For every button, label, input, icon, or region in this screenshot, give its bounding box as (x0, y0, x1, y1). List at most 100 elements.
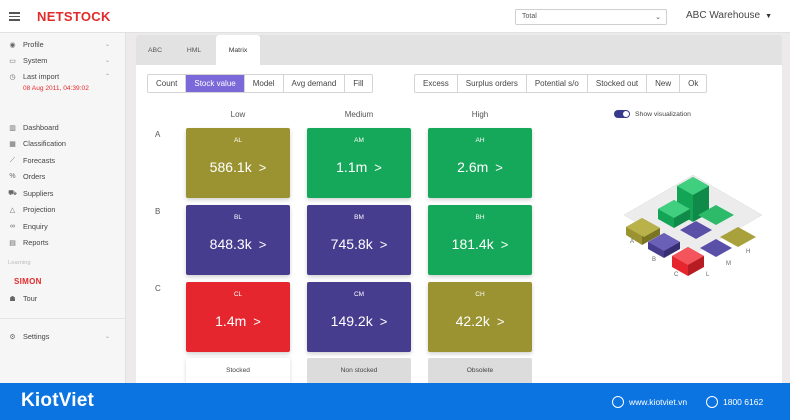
sidebar-item-label: Suppliers (23, 189, 54, 198)
column-label-medium: Medium (344, 110, 374, 119)
user-icon: ◉ (9, 41, 16, 49)
filter-selector: Excess Surplus orders Potential s/o Stoc… (414, 74, 708, 93)
top-bar: NETSTOCK Total ⌄ ABC Warehouse ▼ (0, 0, 790, 33)
sidebar-item-settings[interactable]: ⚙ Settings ⌄ (8, 330, 116, 343)
legend-stocked[interactable]: Stocked (186, 358, 290, 383)
legend-non-stocked[interactable]: Non stocked (307, 358, 411, 383)
tab-abc[interactable]: ABC (136, 35, 174, 65)
tile-code: AH (475, 137, 485, 144)
simon-logo[interactable]: SIMON (14, 277, 42, 286)
phone-link[interactable]: 1800 6162 (706, 396, 763, 408)
tile-code: CM (353, 291, 365, 298)
tile-bm[interactable]: BM 745.8k > (307, 205, 411, 275)
tile-am[interactable]: AM 1.1m > (307, 128, 411, 198)
tile-code: BL (234, 214, 242, 221)
viz-axis-h: H (746, 249, 750, 255)
last-import-date: 08 Aug 2011, 04:39:02 (23, 85, 89, 92)
filter-surplus-orders-button[interactable]: Surplus orders (458, 75, 527, 92)
filter-excess-button[interactable]: Excess (415, 75, 458, 92)
tile-bh[interactable]: BH 181.4k > (428, 205, 532, 275)
sidebar-item-dashboard[interactable]: ▥ Dashboard (8, 121, 116, 134)
filter-new-button[interactable]: New (647, 75, 681, 92)
tile-cl[interactable]: CL 1.4m > (186, 282, 290, 352)
chevron-up-icon: ⌃ (104, 74, 110, 80)
warehouse-label: ABC Warehouse (686, 10, 761, 21)
logo: NETSTOCK (37, 9, 111, 24)
clock-icon: ◷ (9, 73, 16, 81)
tile-code: CL (233, 291, 243, 298)
infinity-icon: ∞ (10, 223, 15, 230)
chevron-right-icon: > (500, 237, 509, 252)
filter-stocked-out-button[interactable]: Stocked out (588, 75, 648, 92)
legend-obsolete[interactable]: Obsolete (428, 358, 532, 383)
metric-selector: Count Stock value Model Avg demand Fill (147, 74, 373, 93)
sidebar-item-label: Profile (23, 40, 44, 49)
gear-icon: ⚙ (9, 333, 16, 341)
matrix-3d-visualization: A B C L M H (623, 174, 763, 278)
chevron-right-icon: > (374, 160, 382, 175)
warehouse-dropdown[interactable]: ABC Warehouse ▼ (686, 10, 772, 21)
total-select[interactable]: Total ⌄ (515, 9, 667, 25)
tile-al[interactable]: AL 586.1k > (186, 128, 290, 198)
tile-ch[interactable]: CH 42.2k > (428, 282, 532, 352)
caret-down-icon: ▼ (765, 13, 773, 20)
sidebar-item-suppliers[interactable]: ⛟ Suppliers (8, 187, 116, 200)
sidebar-item-orders[interactable]: % Orders (8, 170, 116, 183)
metric-stock-value-button[interactable]: Stock value (186, 75, 245, 92)
tile-value: 181.4k (451, 236, 494, 252)
column-label-high: High (471, 110, 489, 119)
footer-banner: KiotViet www.kiotviet.vn 1800 6162 (0, 383, 790, 420)
sidebar-item-label: Classification (23, 139, 66, 148)
show-visualization-toggle[interactable]: Show visualization (614, 110, 691, 118)
tile-bl[interactable]: BL 848.3k > (186, 205, 290, 275)
tile-code: AM (354, 137, 364, 144)
sidebar-item-label: Settings (23, 332, 50, 341)
sidebar-item-reports[interactable]: ▤ Reports (8, 236, 116, 249)
chevron-right-icon: > (496, 314, 505, 329)
sidebar-divider (0, 318, 126, 319)
tile-ah[interactable]: AH 2.6m > (428, 128, 532, 198)
tile-value: 586.1k (209, 159, 252, 175)
sidebar-item-projection[interactable]: △ Projection (8, 203, 116, 216)
tab-hml[interactable]: HML (174, 35, 214, 65)
sidebar-item-label: System (23, 56, 48, 65)
viz-axis-l: L (706, 272, 710, 278)
sidebar: ◉ Profile ⌄ ▭ System ⌄ ◷ Last import ⌃ 08 Aug … (0, 33, 126, 383)
tile-code: CH (475, 291, 485, 298)
filter-ok-button[interactable]: Ok (680, 75, 706, 92)
toggle-switch[interactable] (614, 110, 630, 118)
row-label-a: A (155, 130, 161, 139)
sidebar-item-last-import[interactable]: ◷ Last import ⌃ (8, 70, 116, 83)
bar-chart-icon: ▥ (9, 124, 16, 132)
website-link[interactable]: www.kiotviet.vn (612, 396, 687, 408)
viz-axis-a: A (630, 239, 634, 245)
metric-count-button[interactable]: Count (148, 75, 187, 92)
metric-fill-button[interactable]: Fill (345, 75, 371, 92)
people-icon: ☗ (9, 295, 16, 303)
line-chart-icon: ⟋ (10, 156, 15, 164)
sidebar-item-enquiry[interactable]: ∞ Enquiry (8, 220, 116, 233)
sidebar-item-label: Enquiry (23, 222, 48, 231)
tile-cm[interactable]: CM 149.2k > (307, 282, 411, 352)
tile-value: 848.3k (209, 236, 252, 252)
sidebar-item-label: Dashboard (23, 123, 59, 132)
metric-avg-demand-button[interactable]: Avg demand (284, 75, 346, 92)
viz-axis-c: C (674, 272, 679, 278)
filter-potential-so-button[interactable]: Potential s/o (527, 75, 588, 92)
tile-value: 745.8k (330, 236, 373, 252)
sidebar-item-classification[interactable]: ▦ Classification (8, 137, 116, 150)
metric-model-button[interactable]: Model (245, 75, 284, 92)
tab-matrix[interactable]: Matrix (216, 35, 260, 65)
truck-icon: ⛟ (8, 190, 17, 197)
tile-value: 1.4m (215, 313, 247, 329)
chevron-right-icon: > (253, 314, 261, 329)
menu-icon[interactable] (9, 12, 20, 21)
learning-section-label: Learning (8, 260, 31, 266)
sidebar-item-forecasts[interactable]: ⟋ Forecasts (8, 154, 116, 167)
chevron-down-icon: ⌄ (655, 14, 661, 21)
tile-value: 1.1m (336, 159, 368, 175)
sidebar-item-profile[interactable]: ◉ Profile ⌄ (8, 38, 116, 51)
globe-icon (612, 396, 624, 408)
sidebar-item-system[interactable]: ▭ System ⌄ (8, 54, 116, 67)
sidebar-item-tour[interactable]: ☗ Tour (8, 292, 116, 305)
